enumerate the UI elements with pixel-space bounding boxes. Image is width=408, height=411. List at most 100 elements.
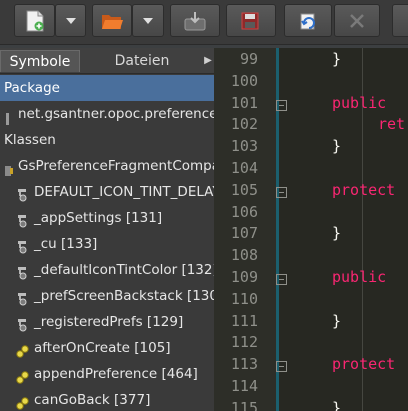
brace-token: } <box>332 137 342 156</box>
toolbar-overflow-button[interactable] <box>392 4 408 37</box>
method-icon <box>16 341 30 358</box>
method-icon <box>16 393 30 410</box>
fold-toggle-icon[interactable] <box>276 99 287 111</box>
line-number: 111 <box>230 311 258 330</box>
tree-item-classes-header[interactable]: Klassen <box>0 127 214 153</box>
sidebar-tabs: Symbole Dateien ▶ <box>0 48 214 74</box>
code-line: } <box>332 224 341 242</box>
field-icon <box>16 237 30 254</box>
close-file-button[interactable] <box>334 4 380 37</box>
tree-item-member[interactable]: _appSettings [131] <box>0 205 214 231</box>
tree-item-member[interactable]: DEFAULT_ICON_TINT_DELAY <box>0 179 214 205</box>
line-number: 113 <box>230 355 258 374</box>
code-editor[interactable]: 99 100 101 102 103 104 105 106 107 108 109 110 111 11… <box>214 48 408 411</box>
reload-icon <box>300 13 315 29</box>
toolbar <box>0 0 408 45</box>
line-number: 103 <box>230 137 258 156</box>
brace-token: } <box>332 311 342 330</box>
close-icon <box>350 13 364 28</box>
line-number: 105 <box>230 180 258 199</box>
keyword-token: protect <box>332 355 396 374</box>
folder-open-icon <box>102 14 123 29</box>
tree-item-member[interactable]: _cu [133] <box>0 231 214 257</box>
line-number: 104 <box>230 159 258 177</box>
line-number: 109 <box>230 268 258 286</box>
tree-item-label: afterOnCreate [105] <box>34 340 171 356</box>
tab-symbols[interactable]: Symbole <box>0 50 80 72</box>
field-icon <box>16 289 30 306</box>
code-line: } <box>332 312 341 330</box>
field-icon <box>16 263 30 280</box>
code-line: public <box>332 268 386 286</box>
tree-item-package-header[interactable]: Package <box>0 75 214 101</box>
tree-item-member[interactable]: _defaultIconTintColor [132] <box>0 257 214 283</box>
fold-toggle-icon[interactable] <box>276 186 287 198</box>
line-number: 114 <box>230 377 258 395</box>
code-line: } <box>332 137 341 155</box>
keyword-token: ret <box>378 115 406 134</box>
tree-item-package[interactable]: net.gsantner.opoc.preference <box>0 101 214 127</box>
keyword-token: public <box>332 268 387 286</box>
line-number: 100 <box>230 71 258 90</box>
code-line: public <box>332 94 386 112</box>
tree-item-label: canGoBack [377] <box>34 392 151 408</box>
line-number: 101 <box>230 93 258 112</box>
line-number: 106 <box>230 202 258 221</box>
line-number: 112 <box>230 333 258 352</box>
tabs-scroll-arrow[interactable]: ▶ <box>202 50 214 72</box>
tree-item-label: _appSettings [131] <box>34 210 163 226</box>
line-number: 102 <box>230 115 258 134</box>
open-file-button[interactable] <box>92 4 132 37</box>
line-number: 115 <box>230 398 258 411</box>
brace-token: } <box>332 398 342 411</box>
tree-item-label: _defaultIconTintColor [132] <box>34 262 214 278</box>
field-icon <box>16 211 30 228</box>
code-line: } <box>332 399 341 411</box>
method-icon <box>16 367 30 384</box>
brace-token: } <box>332 224 342 243</box>
tree-item-label: _cu [133] <box>34 236 98 252</box>
code-line: protect <box>332 355 395 373</box>
tree-item-member[interactable]: afterOnCreate [105] <box>0 335 214 361</box>
new-file-dropdown[interactable] <box>55 4 86 37</box>
keyword-token: protect <box>332 180 396 199</box>
tree-item-member[interactable]: appendPreference [464] <box>0 361 214 387</box>
chevron-down-icon <box>143 17 153 24</box>
package-icon <box>6 108 9 125</box>
open-file-dropdown[interactable] <box>132 4 164 37</box>
field-icon <box>16 185 30 202</box>
line-number: 99 <box>239 50 258 68</box>
tab-files[interactable]: Dateien <box>82 50 202 72</box>
tree-item-class[interactable]: GsPreferenceFragmentCompat <box>0 153 214 179</box>
fold-toggle-icon[interactable] <box>276 274 287 285</box>
reload-button[interactable] <box>284 4 332 37</box>
code-line: protect <box>332 181 395 199</box>
tree-item-label: appendPreference [464] <box>34 366 198 382</box>
line-number: 108 <box>230 246 258 265</box>
tree-item-member[interactable]: canGoBack [377] <box>0 387 214 411</box>
tree-item-label: GsPreferenceFragmentCompat <box>18 158 214 174</box>
code-line: ret <box>378 115 405 133</box>
tree-item-member[interactable]: _prefScreenBackstack [130] <box>0 283 214 309</box>
tree-item-member[interactable]: _registeredPrefs [129] <box>0 309 214 335</box>
new-file-icon <box>26 10 43 31</box>
fold-toggle-icon[interactable] <box>276 361 287 373</box>
tree-item-label: _registeredPrefs [129] <box>34 314 184 330</box>
tree-item-label: net.gsantner.opoc.preference <box>18 106 214 122</box>
chevron-down-icon <box>65 17 76 24</box>
sidebar: Symbole Dateien ▶ Package net.gsantner.o… <box>0 48 214 411</box>
tree-item-label: DEFAULT_ICON_TINT_DELAY <box>34 184 214 200</box>
save-all-icon <box>241 12 259 29</box>
class-icon <box>4 160 14 176</box>
new-file-button[interactable] <box>14 4 55 37</box>
save-icon <box>184 11 206 30</box>
tree-item-label: Klassen <box>4 132 56 148</box>
line-number: 110 <box>230 289 258 308</box>
brace-token: } <box>332 50 342 68</box>
line-number: 107 <box>230 224 258 243</box>
field-icon <box>16 315 30 332</box>
code-line: } <box>332 50 341 68</box>
tree-item-label: Package <box>4 80 60 96</box>
save-button[interactable] <box>170 4 220 37</box>
save-all-button[interactable] <box>226 4 276 37</box>
